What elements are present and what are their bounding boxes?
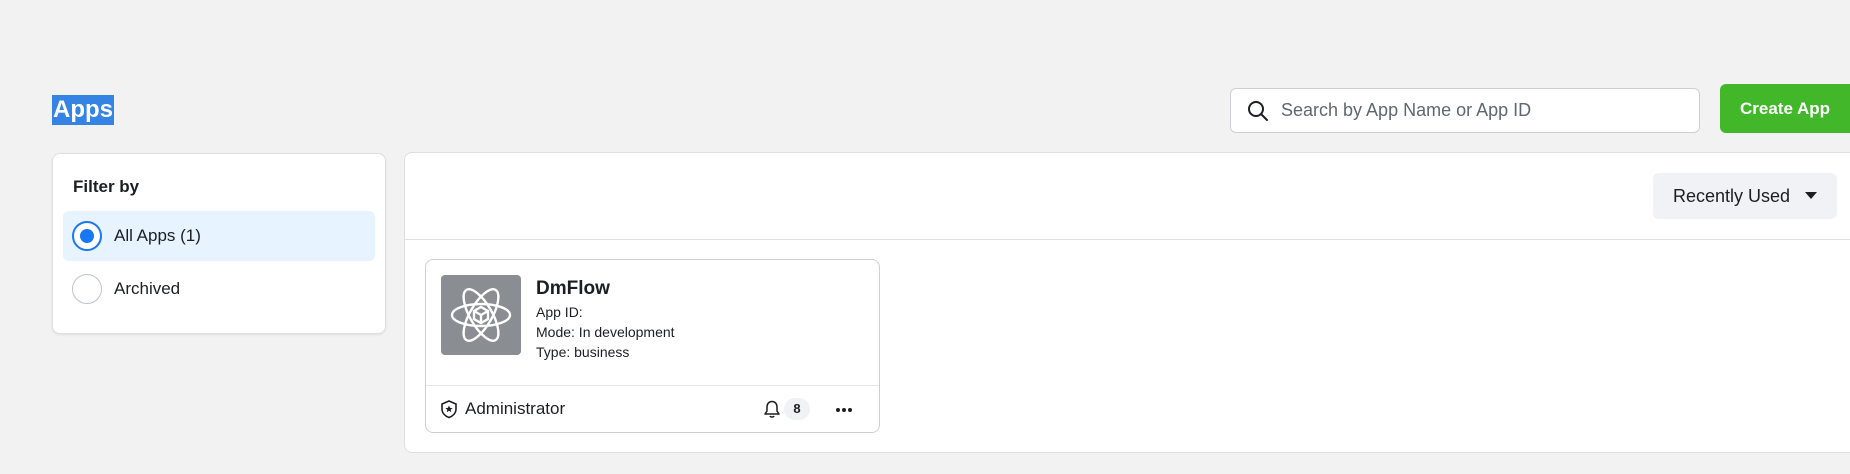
app-type: Type: business: [536, 344, 630, 360]
apps-panel: Recently Used DmFlow App ID: Mode: In de…: [404, 152, 1850, 453]
app-name[interactable]: DmFlow: [536, 278, 610, 300]
search-box[interactable]: [1230, 88, 1700, 133]
filter-panel: Filter by All Apps (1) Archived: [52, 153, 386, 334]
filter-option-all-apps[interactable]: All Apps (1): [63, 211, 375, 261]
app-card[interactable]: DmFlow App ID: Mode: In development Type…: [425, 259, 880, 433]
role-label: Administrator: [465, 399, 566, 418]
sort-label: Recently Used: [1673, 185, 1791, 206]
notification-count-badge: 8: [784, 398, 810, 420]
create-app-button[interactable]: Create App: [1720, 84, 1850, 133]
app-id-label: App ID:: [536, 304, 583, 320]
filter-title: Filter by: [73, 177, 140, 196]
bell-icon[interactable]: [762, 399, 782, 419]
filter-option-archived[interactable]: Archived: [63, 264, 375, 314]
sort-dropdown[interactable]: Recently Used: [1653, 173, 1837, 219]
atom-icon: [441, 275, 521, 355]
caret-down-icon: [1805, 192, 1817, 199]
search-input[interactable]: [1281, 100, 1699, 121]
search-icon: [1248, 100, 1268, 121]
radio-button[interactable]: [72, 274, 102, 304]
more-options-button[interactable]: [830, 396, 858, 424]
ellipsis-icon: [836, 408, 852, 412]
radio-button-selected[interactable]: [72, 221, 102, 251]
page-title: Apps: [52, 95, 114, 125]
shield-star-icon: [441, 400, 457, 419]
filter-option-label: Archived: [114, 279, 181, 298]
app-card-footer: Administrator 8: [426, 385, 879, 432]
role-indicator: Administrator: [439, 399, 565, 419]
filter-option-label: All Apps (1): [114, 226, 201, 245]
apps-toolbar: Recently Used: [405, 153, 1850, 240]
app-mode: Mode: In development: [536, 324, 675, 340]
